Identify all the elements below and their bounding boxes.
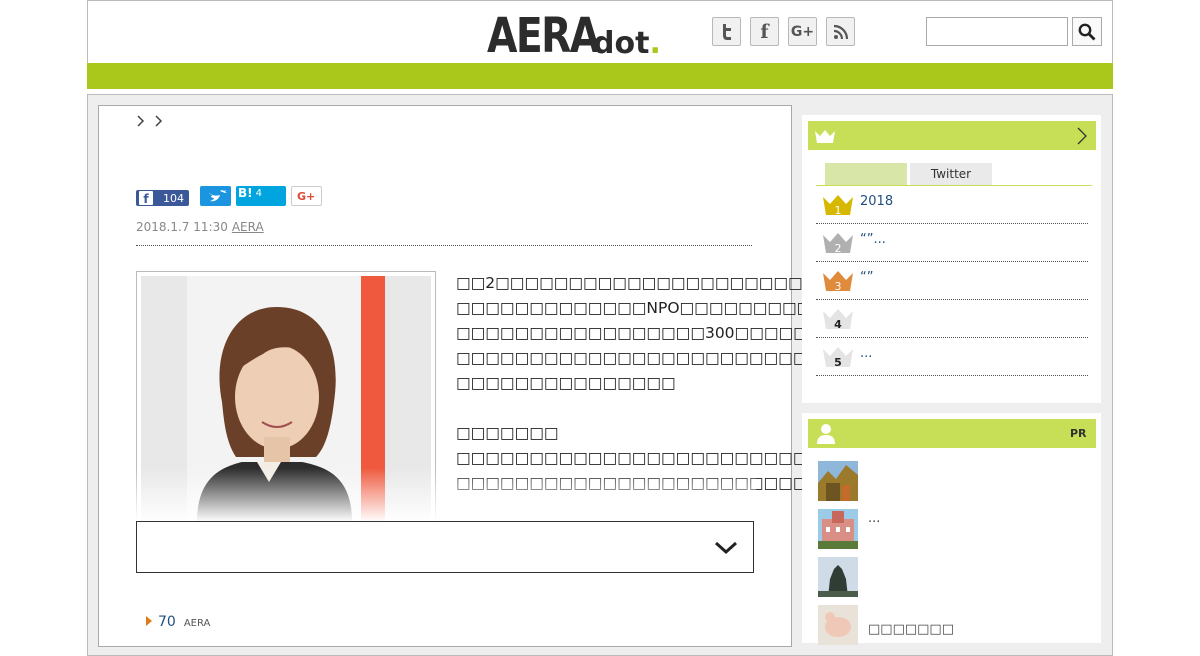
ranking-title[interactable]: “”... [860, 232, 886, 247]
body-line: □□□□□□□□□□□□□NPO□□□□□□□□□□□□□□□□□ [456, 299, 929, 317]
pr-thumbnail[interactable] [818, 605, 858, 645]
twitter-bird-icon [209, 190, 227, 202]
tab-label: Twitter [930, 167, 972, 181]
rank-3-crown-icon: 3 [823, 271, 853, 293]
body-line: □□□□□□□□□□□□□□□ [456, 374, 676, 392]
pr-header [808, 419, 1096, 448]
facebook-icon: f [139, 191, 153, 206]
hatena-bookmark-button[interactable]: B! 4 [236, 186, 286, 206]
pr-thumbnail[interactable] [818, 509, 858, 549]
hatena-bookmark-count: 4 [255, 187, 262, 199]
body-line: □□□□□□□□□□□□□□□□□300□□□□□□□□□□□□□ [456, 324, 925, 342]
body-line: □□□□□□□□□□□□□□□□□□□□□□□□□□□□□□□□ [456, 349, 925, 367]
search-icon [1078, 23, 1096, 40]
rank-number: 2 [835, 242, 842, 255]
body-line [456, 396, 756, 421]
googleplus-button[interactable]: G+ [788, 17, 817, 46]
rss-icon [833, 24, 848, 39]
person-icon [817, 424, 835, 444]
crown-icon [815, 130, 835, 143]
article-meta: 2018.1.7 11:30 AERA [136, 220, 264, 234]
twitter-icon [722, 23, 731, 40]
ranking-item[interactable] [816, 338, 1088, 376]
nav-bar [87, 63, 1113, 89]
rss-button[interactable] [826, 17, 855, 46]
rank-2-crown-icon: 2 [823, 233, 853, 255]
hatena-bookmark-icon: B! [238, 186, 253, 200]
rank-number: 3 [835, 280, 842, 293]
ranking-title[interactable]: “” [860, 270, 873, 285]
googleplus-share-button[interactable]: G+ [291, 186, 322, 206]
facebook-share-button[interactable]: f 104 [136, 190, 189, 206]
rank-4-crown-icon: 4 [823, 309, 853, 331]
ranking-item[interactable] [816, 224, 1088, 262]
facebook-icon: f [760, 20, 769, 43]
ranking-title[interactable]: ... [860, 346, 872, 361]
text-fade-overlay [136, 468, 756, 522]
twitter-share-button[interactable] [200, 186, 231, 206]
pr-item-text[interactable]: ... [868, 511, 880, 526]
ranking-item[interactable] [816, 262, 1088, 300]
body-line: □□□□□□□ [456, 424, 559, 442]
logo-sub-text: dot. [593, 27, 661, 61]
related-source: AERA [183, 618, 211, 629]
ranking-tab-all[interactable] [825, 163, 907, 185]
ranking-header[interactable] [808, 121, 1096, 150]
ranking-item[interactable] [816, 300, 1088, 338]
chevron-right-icon [137, 115, 145, 127]
related-article-link[interactable]: 70 AERA [146, 614, 210, 630]
rank-number: 1 [835, 204, 842, 217]
googleplus-icon: G+ [790, 23, 815, 40]
ranking-title[interactable]: 2018 [860, 194, 893, 209]
rank-5-crown-icon: 5 [823, 347, 853, 369]
triangle-right-icon [146, 616, 152, 626]
body-line: □□2□□□□□□□□□□□□□□□□□□□□□□□□□□□□□ [456, 274, 920, 292]
search-button[interactable] [1072, 17, 1102, 46]
search-input[interactable] [926, 17, 1068, 46]
article-source-link[interactable]: AERA [232, 220, 264, 234]
ranking-tab-twitter[interactable]: Twitter [910, 163, 992, 185]
article-body: □□2□□□□□□□□□□□□□□□□□□□□□□□□□□□□□ □□□□□□□… [456, 271, 929, 496]
rank-number: 5 [834, 356, 842, 369]
breadcrumb-separator [154, 114, 164, 132]
chevron-down-icon [714, 541, 738, 555]
site-logo[interactable]: AERA dot. [487, 5, 661, 61]
rank-number: 4 [834, 318, 842, 331]
logo-main-text: AERA [487, 8, 600, 64]
divider [136, 245, 752, 246]
ranking-item[interactable] [816, 186, 1088, 224]
article-date: 2018.1.7 11:30 [136, 220, 228, 234]
pr-thumbnail[interactable] [818, 461, 858, 501]
chevron-right-icon [1077, 127, 1087, 145]
facebook-share-count: 104 [163, 191, 184, 205]
logo-period: . [649, 26, 661, 61]
read-more-button[interactable] [136, 521, 754, 573]
facebook-button[interactable]: f [750, 17, 779, 46]
logo-dot-word: dot [593, 26, 650, 61]
googleplus-icon: G+ [297, 189, 316, 203]
related-number: 70 [158, 614, 176, 630]
chevron-right-icon [155, 115, 163, 127]
twitter-button[interactable] [712, 17, 741, 46]
pr-label: PR [1070, 427, 1087, 440]
pr-thumbnail[interactable] [818, 557, 858, 597]
rank-1-crown-icon: 1 [823, 195, 853, 217]
breadcrumb-separator [136, 114, 146, 132]
